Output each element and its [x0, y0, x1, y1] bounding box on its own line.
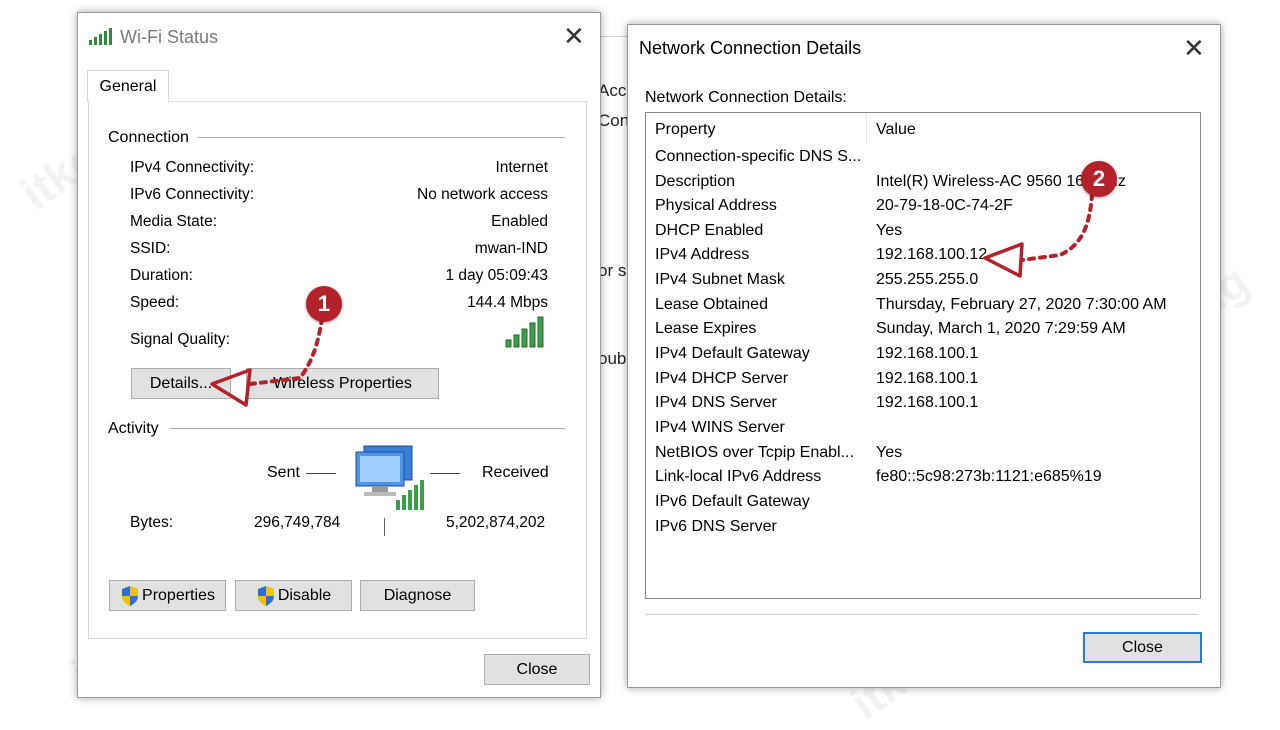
annotation-marker-1: 1: [306, 286, 342, 322]
arrow-1-head: [210, 368, 252, 407]
arrow-2-head: [983, 242, 1024, 278]
annotation-arrows: [210, 192, 1094, 407]
arrow-2-path: [1020, 192, 1094, 262]
arrow-1-path: [248, 316, 324, 386]
annotation-marker-2: 2: [1081, 161, 1117, 197]
